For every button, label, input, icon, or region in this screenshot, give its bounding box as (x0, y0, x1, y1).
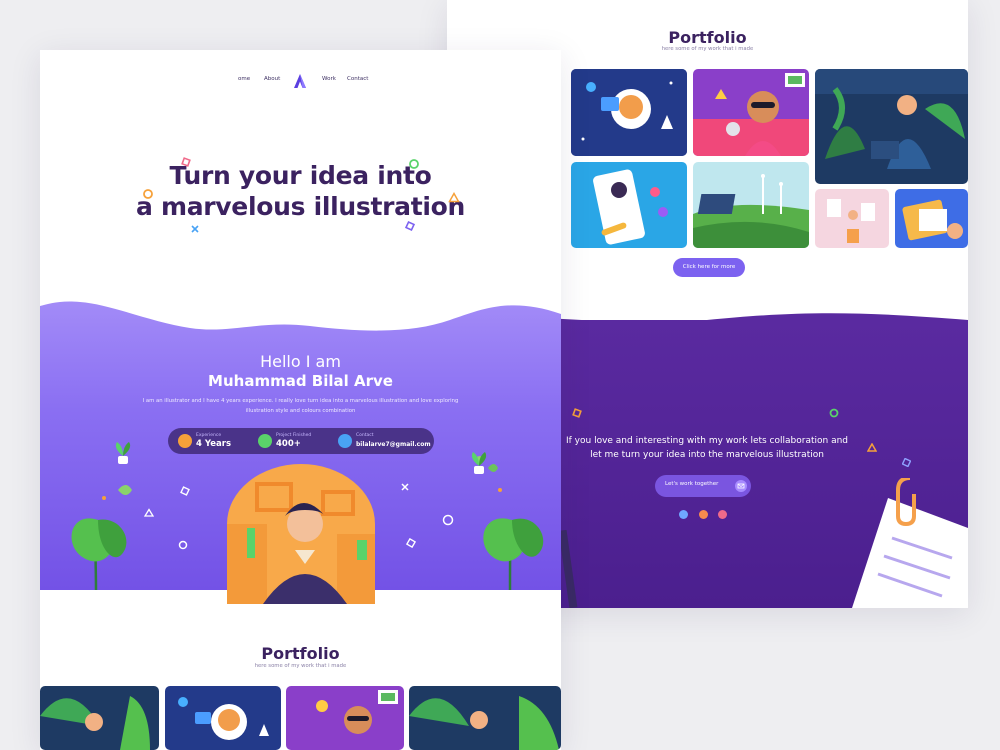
circle-shape-icon (829, 408, 839, 418)
click-for-more-button[interactable]: Click here for more (673, 258, 745, 277)
nav-home[interactable]: ome (238, 76, 250, 82)
portfolio-thumb-reading[interactable] (409, 686, 561, 750)
portfolio-thumb-solar-field[interactable] (693, 162, 809, 248)
collaboration-text: If you love and interesting with my work… (557, 434, 857, 462)
square-shape-icon (404, 220, 416, 232)
plant-left-illustration (71, 485, 132, 590)
portfolio-thumb-workspace[interactable] (895, 189, 968, 248)
portfolio-thumb-man-sunglasses[interactable] (286, 686, 404, 750)
portfolio-thumb-reading[interactable] (815, 69, 968, 184)
man-sunglasses-illustration (286, 686, 404, 750)
hero-title-line-2: a marvelous illustration (135, 192, 466, 221)
nav-about[interactable]: About (264, 76, 280, 82)
man-sunglasses-illustration (693, 69, 809, 156)
portfolio-thumb-phone-woman[interactable] (571, 162, 687, 248)
paper-note-illustration (852, 478, 968, 608)
pen-illustration (560, 530, 578, 608)
stats-bar: Experience 4 Years Project Finished 400+… (168, 428, 434, 454)
page-preview-left: ome About Work Contact Turn your idea in… (40, 50, 561, 750)
square-shape-icon (180, 486, 190, 496)
workspace-illustration (902, 199, 963, 241)
potted-plant-icon (115, 442, 131, 464)
work-together-label: Let's work together (665, 481, 719, 487)
portfolio-title: Portfolio (261, 644, 340, 663)
check-icon (258, 434, 272, 448)
dribbble-icon[interactable] (679, 510, 688, 519)
nav-contact[interactable]: Contact (347, 76, 368, 82)
collaboration-line-2: let me turn your idea into the marvelous… (590, 450, 824, 460)
portfolio-thumb-cards[interactable] (815, 189, 889, 248)
author-description: I am an illustrator and I have 4 years e… (142, 398, 459, 414)
portfolio-thumb-man-sunglasses[interactable] (693, 69, 809, 156)
author-portrait-illustration (227, 464, 375, 604)
cards-illustration (827, 199, 875, 243)
behance-icon[interactable] (699, 510, 708, 519)
stat-value: bilalarve7@gmail.com (356, 441, 431, 448)
stat-value: 400+ (276, 439, 301, 449)
square-shape-icon (902, 458, 911, 467)
trophy-icon (178, 434, 192, 448)
diamond-shape-icon (572, 408, 582, 418)
circle-shape-icon (442, 514, 454, 526)
mail-icon (338, 434, 352, 448)
collaboration-line-1: If you love and interesting with my work… (565, 436, 848, 446)
circle-shape-icon (178, 540, 188, 550)
stat-label: Project Finished (276, 433, 312, 438)
cross-shape-icon (401, 483, 409, 491)
portfolio-thumb-reading[interactable] (40, 686, 159, 750)
hero-title-line-1: Turn your idea into (169, 161, 432, 190)
stat-experience: Experience 4 Years (178, 432, 248, 450)
reading-person-illustration (40, 686, 159, 750)
stat-contact[interactable]: Contact bilalarve7@gmail.com (338, 432, 431, 450)
diamond-shape-icon (181, 157, 191, 167)
mail-icon (735, 480, 747, 492)
hello-text: Hello I am (260, 352, 341, 371)
diamond-shape-icon (406, 538, 416, 548)
stat-label: Experience (196, 433, 222, 438)
reading-person-illustration (815, 69, 968, 184)
top-navigation: ome About Work Contact (40, 72, 561, 90)
triangle-shape-icon (448, 192, 460, 203)
astronaut-cat-illustration (571, 69, 687, 156)
nav-work[interactable]: Work (322, 76, 336, 82)
instagram-icon[interactable] (718, 510, 727, 519)
triangle-shape-icon (144, 508, 154, 517)
author-name: Muhammad Bilal Arve (208, 372, 393, 390)
portfolio-subtitle: here some of my work that i made (254, 663, 347, 669)
logo-icon[interactable] (293, 72, 307, 90)
circle-shape-icon (143, 189, 153, 199)
astronaut-cat-illustration (165, 686, 281, 750)
work-together-button[interactable]: Let's work together (655, 475, 751, 497)
portfolio-thumb-astronaut-cat[interactable] (571, 69, 687, 156)
triangle-shape-icon (867, 443, 877, 452)
portfolio-thumb-astronaut-cat[interactable] (165, 686, 281, 750)
reading-person-illustration (409, 686, 561, 750)
stat-label: Contact (356, 433, 374, 438)
potted-plant-icon (471, 452, 487, 474)
cross-shape-icon (191, 225, 199, 233)
portfolio-title: Portfolio (668, 28, 747, 47)
stat-projects: Project Finished 400+ (258, 432, 328, 450)
stat-value: 4 Years (196, 439, 232, 449)
about-section-wave (40, 290, 561, 331)
phone-woman-illustration (571, 162, 687, 248)
hero-title: Turn your idea into a marvelous illustra… (40, 160, 561, 222)
solar-field-illustration (693, 162, 809, 248)
circle-shape-icon (409, 159, 419, 169)
